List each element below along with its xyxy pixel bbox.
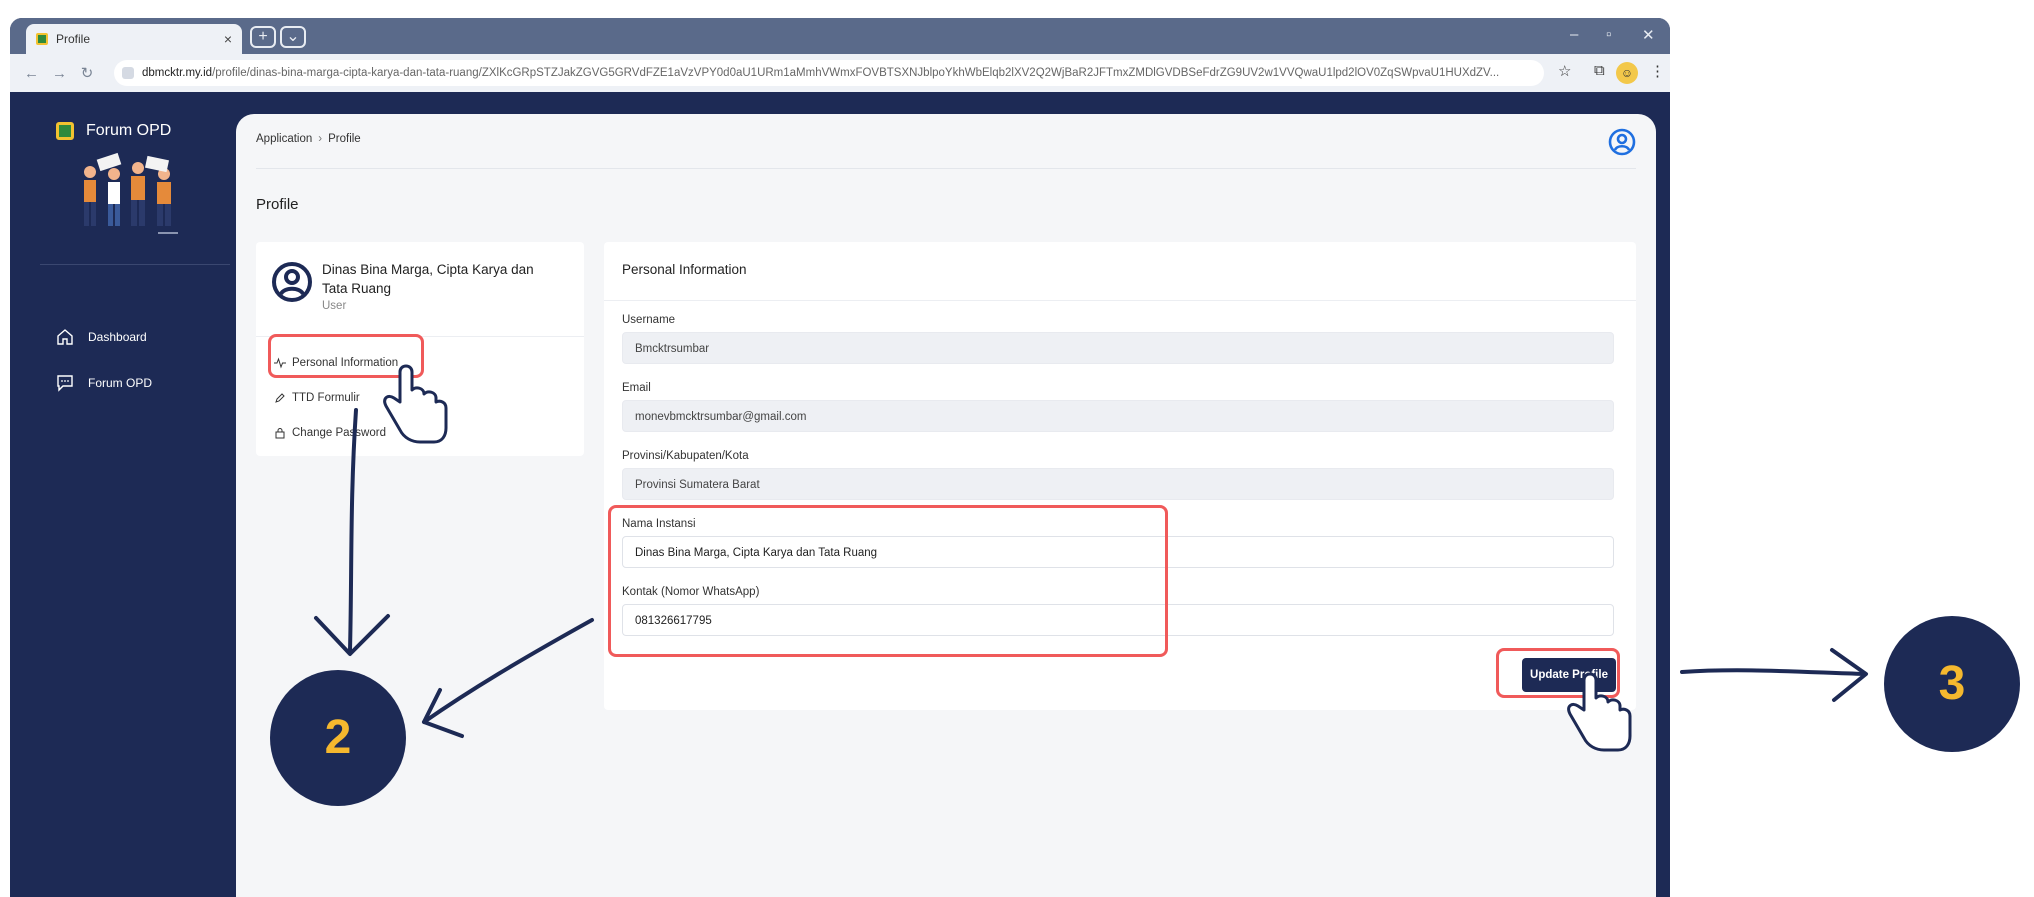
sidebar-item-dashboard[interactable]: Dashboard — [56, 328, 147, 346]
brand-logo-icon — [56, 122, 74, 140]
form-divider — [604, 300, 1636, 301]
address-bar: ← → ↻ dbmcktr.my.id/profile/dinas-bina-m… — [10, 54, 1670, 92]
breadcrumb-profile: Profile — [328, 133, 361, 145]
back-icon[interactable]: ← — [24, 65, 39, 82]
email-label: Email — [622, 382, 651, 394]
form-title: Personal Information — [622, 262, 747, 277]
header-divider — [256, 168, 1636, 169]
region-label: Provinsi/Kabupaten/Kota — [622, 450, 749, 462]
url-domain: dbmcktr.my.id — [142, 67, 213, 79]
bookmark-star-icon[interactable]: ☆ — [1558, 62, 1571, 80]
stage: Profile × + ⌄ – ▫ ✕ ← → ↻ dbmcktr.my.id/… — [0, 0, 2034, 897]
step-3-badge: 3 — [1884, 616, 2020, 752]
chat-icon — [57, 375, 73, 392]
region-field[interactable]: Provinsi Sumatera Barat — [622, 468, 1614, 500]
home-icon — [57, 329, 73, 345]
url-path: /profile/dinas-bina-marga-cipta-karya-da… — [212, 67, 1500, 79]
brand-name: Forum OPD — [86, 122, 172, 139]
menu-ttd-formulir[interactable]: TTD Formulir — [274, 392, 360, 404]
sidebar-item-forum-opd[interactable]: Forum OPD — [56, 374, 152, 392]
account-icon[interactable] — [1608, 128, 1636, 156]
browser-window: Profile × + ⌄ – ▫ ✕ ← → ↻ dbmcktr.my.id/… — [10, 18, 1670, 897]
user-summary: Dinas Bina Marga, Cipta Karya dan Tata R… — [270, 260, 552, 312]
email-field[interactable]: monevbmcktrsumbar@gmail.com — [622, 400, 1614, 432]
site-settings-icon[interactable] — [122, 67, 134, 79]
username-label: Username — [622, 314, 676, 326]
menu-label: Change Password — [292, 427, 386, 439]
menu-label: TTD Formulir — [292, 392, 360, 404]
minimize-icon[interactable]: – — [1570, 26, 1578, 43]
url-field[interactable]: dbmcktr.my.id/profile/dinas-bina-marga-c… — [114, 60, 1544, 86]
sidebar-item-label: Dashboard — [88, 330, 147, 344]
browser-profile-avatar[interactable]: ☺ — [1616, 62, 1638, 84]
username-field[interactable]: Bmcktrsumbar — [622, 332, 1614, 364]
close-window-icon[interactable]: ✕ — [1642, 26, 1655, 44]
reload-icon[interactable]: ↻ — [80, 64, 94, 82]
step-2-badge: 2 — [270, 670, 406, 806]
pen-icon — [275, 393, 285, 403]
lock-icon — [275, 428, 285, 439]
browser-tab[interactable]: Profile × — [26, 24, 242, 54]
user-avatar-icon — [272, 262, 312, 302]
close-tab-icon[interactable]: × — [224, 31, 232, 47]
tab-list-button[interactable]: ⌄ — [280, 26, 306, 48]
sidebar-item-label: Forum OPD — [88, 376, 153, 390]
forward-icon[interactable]: → — [52, 65, 67, 82]
tab-title: Profile — [56, 32, 91, 46]
breadcrumb-application[interactable]: Application — [256, 133, 312, 145]
highlight-editable-fields — [608, 505, 1168, 657]
page-title: Profile — [256, 196, 299, 213]
breadcrumb-separator: › — [318, 133, 323, 145]
workers-illustration — [84, 152, 178, 234]
highlight-update-button — [1496, 648, 1620, 698]
sidebar-divider — [40, 264, 230, 265]
extensions-icon[interactable]: ⧉ — [1594, 62, 1605, 79]
menu-change-password[interactable]: Change Password — [274, 427, 386, 439]
brand[interactable]: Forum OPD — [56, 122, 171, 140]
tab-bar: Profile × + ⌄ – ▫ ✕ — [10, 18, 1670, 54]
breadcrumb: Application › Profile — [256, 133, 361, 145]
sidebar: Forum OPD Dashboard Forum OPD — [10, 92, 236, 897]
highlight-personal-information — [268, 334, 424, 378]
user-role: User — [322, 300, 347, 312]
new-tab-button[interactable]: + — [250, 26, 276, 48]
favicon-icon — [36, 33, 48, 45]
maximize-icon[interactable]: ▫ — [1606, 26, 1611, 43]
browser-menu-icon[interactable]: ⋮ — [1650, 62, 1665, 80]
user-name: Dinas Bina Marga, Cipta Karya dan Tata R… — [322, 262, 534, 296]
arrow-right-shaft — [1680, 668, 1866, 676]
arrow-right-head — [1830, 648, 1868, 702]
